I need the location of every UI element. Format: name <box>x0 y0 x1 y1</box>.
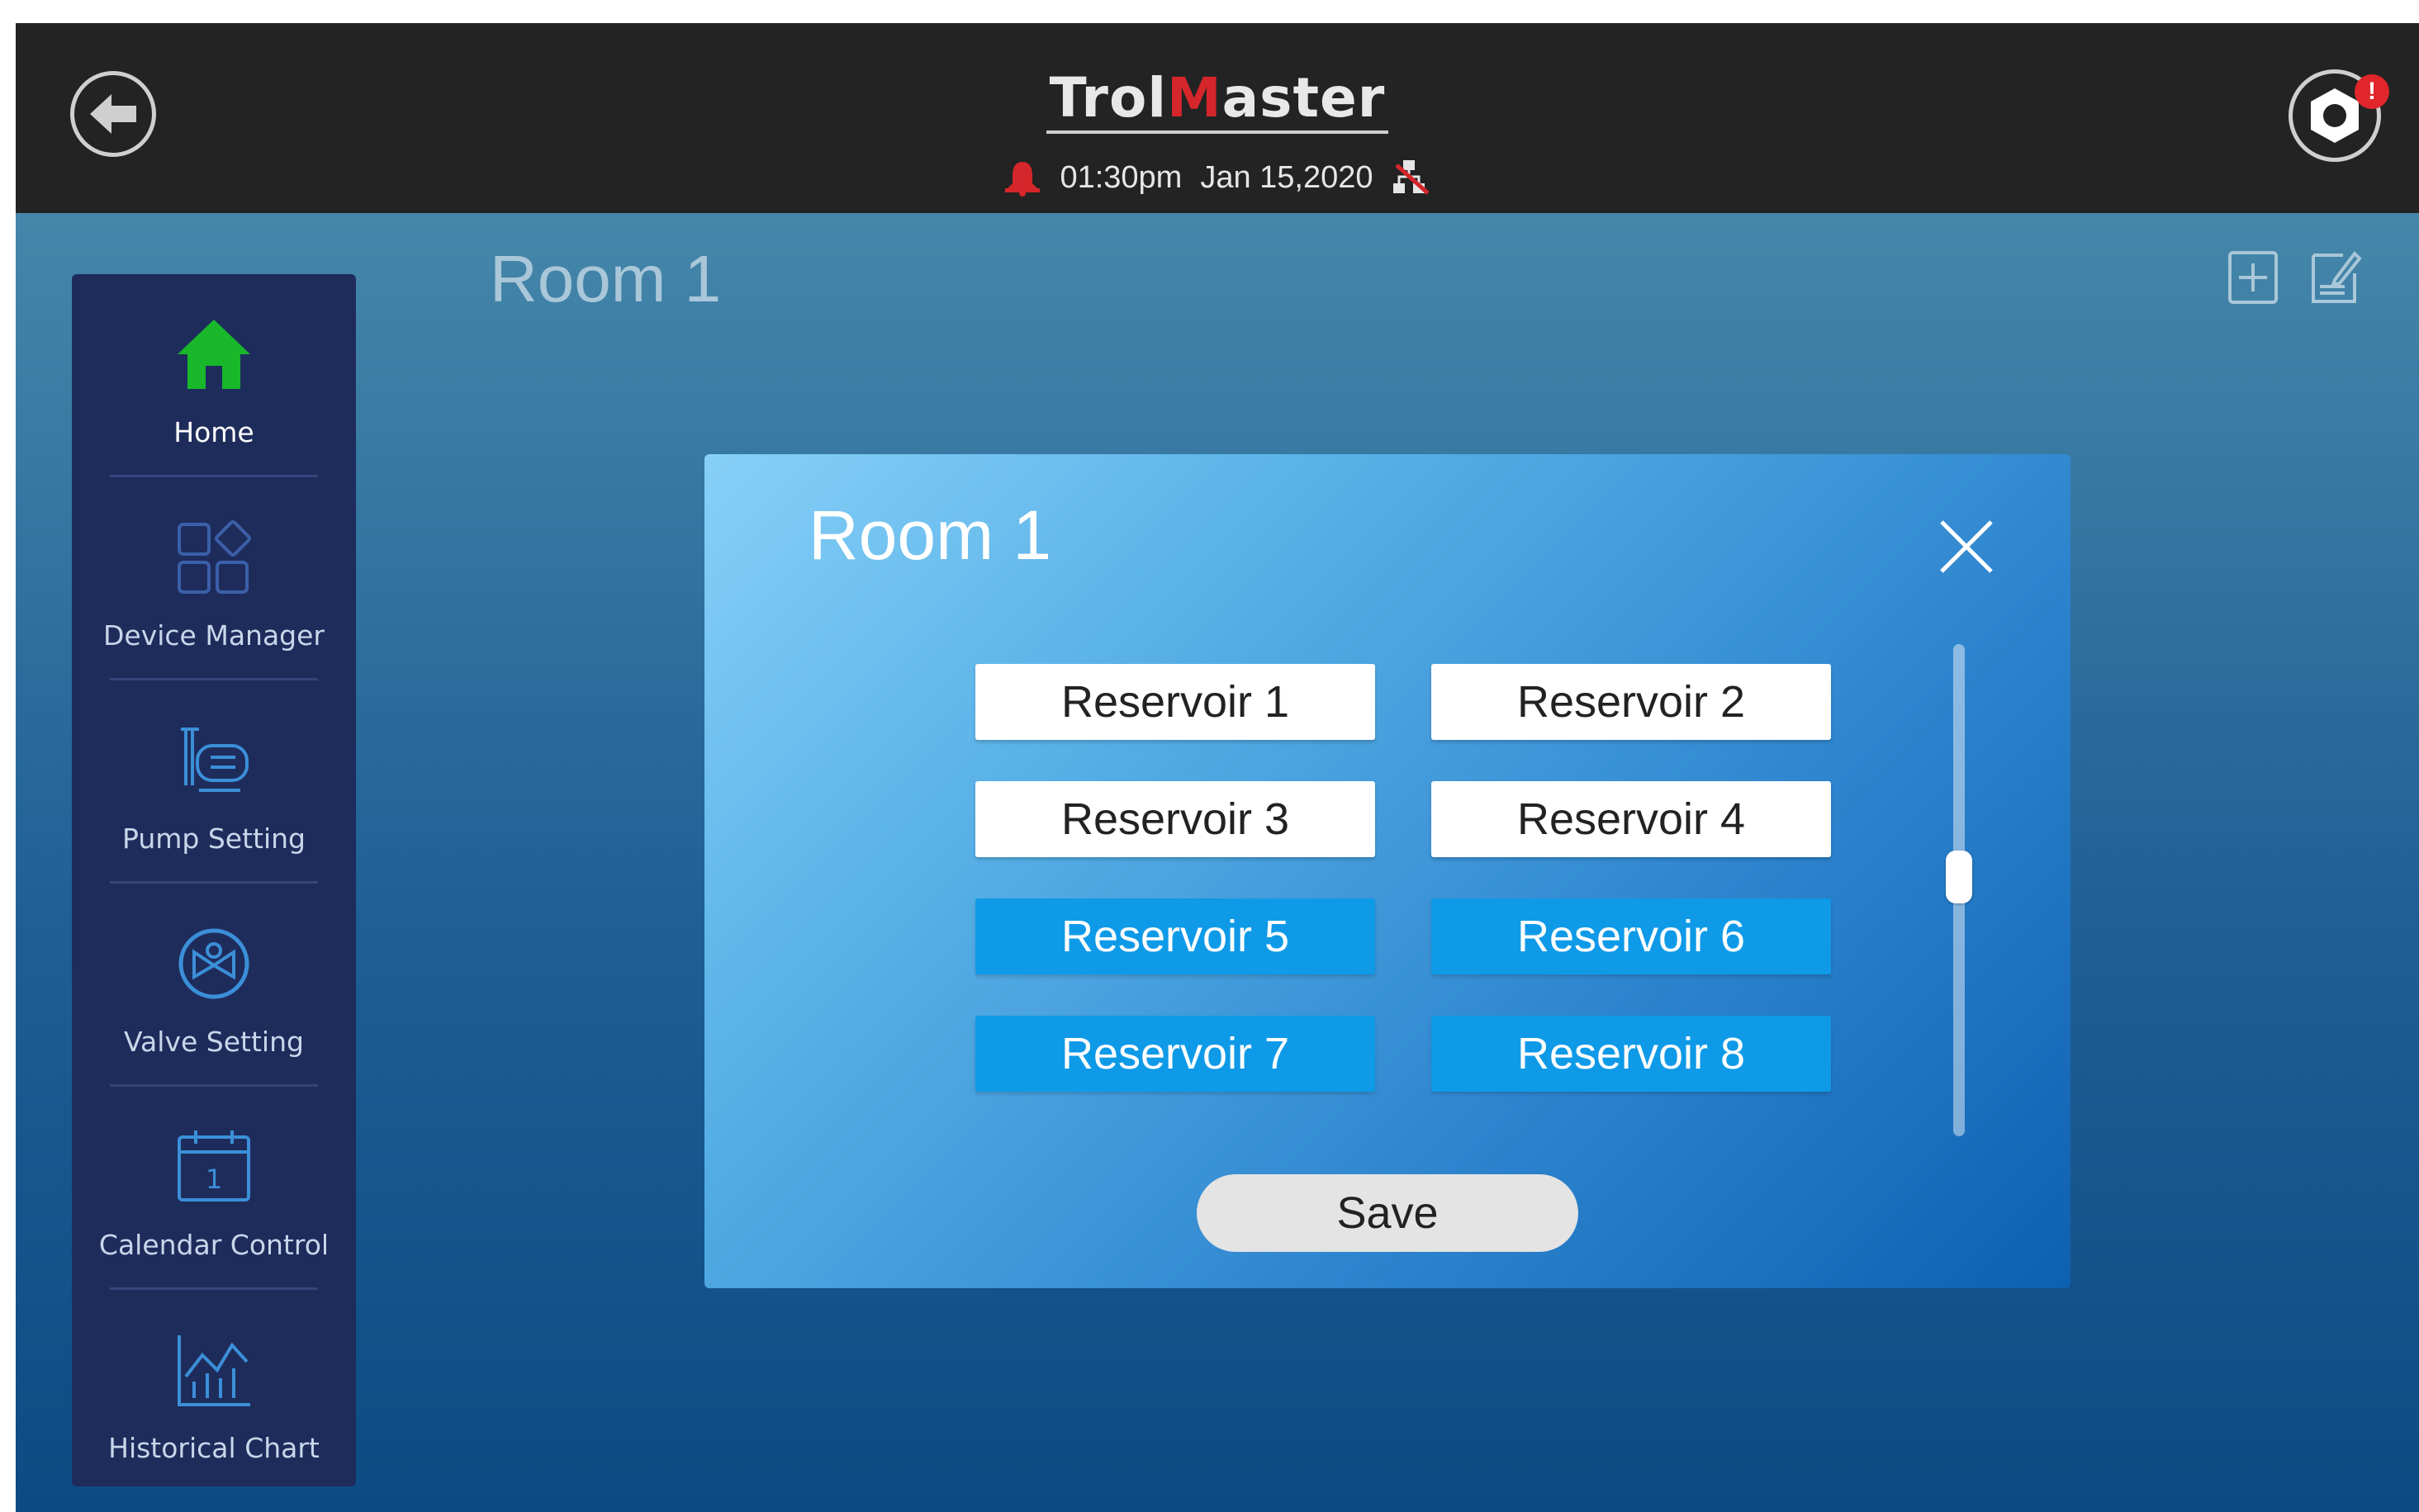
reservoir-1-button[interactable]: Reservoir 1 <box>975 664 1375 740</box>
save-button[interactable]: Save <box>1197 1174 1578 1252</box>
network-disconnected-icon[interactable] <box>1392 159 1431 197</box>
brand-logo: TrolMaster <box>16 66 2419 134</box>
scrollbar-thumb[interactable] <box>1946 851 1972 903</box>
reservoir-3-button[interactable]: Reservoir 3 <box>975 781 1375 857</box>
sidebar-item-home[interactable]: Home <box>72 274 356 475</box>
close-icon[interactable] <box>1937 517 1996 576</box>
alarm-bell-icon[interactable] <box>1003 159 1041 197</box>
room-dialog: Room 1 Reservoir 1 Reservoir 2 Reservoir… <box>704 454 2070 1288</box>
edit-icon[interactable] <box>2307 249 2361 306</box>
top-bar: TrolMaster 01:30pm Jan 15,2020 ! <box>16 23 2419 213</box>
dialog-title: Room 1 <box>809 496 1052 574</box>
pump-icon <box>173 715 255 806</box>
reservoir-5-button[interactable]: Reservoir 5 <box>975 898 1375 974</box>
sidebar-item-device-manager[interactable]: Device Manager <box>72 477 356 678</box>
sidebar: Home Device Manager Pump Setting Valve S… <box>72 274 356 1486</box>
sidebar-item-valve-setting[interactable]: Valve Setting <box>72 884 356 1084</box>
reservoir-4-button[interactable]: Reservoir 4 <box>1431 781 1831 857</box>
reservoir-8-button[interactable]: Reservoir 8 <box>1431 1016 1831 1092</box>
sidebar-item-pump-setting[interactable]: Pump Setting <box>72 680 356 881</box>
page-title: Room 1 <box>490 242 722 315</box>
reservoir-7-button[interactable]: Reservoir 7 <box>975 1016 1375 1092</box>
chart-icon <box>173 1325 255 1415</box>
valve-icon <box>173 918 255 1009</box>
notification-badge[interactable]: ! <box>2355 74 2389 109</box>
sidebar-item-calendar-control[interactable]: 1 Calendar Control <box>72 1087 356 1287</box>
device-manager-icon <box>173 512 255 603</box>
reservoir-6-button[interactable]: Reservoir 6 <box>1431 898 1831 974</box>
clock-time: 01:30pm <box>1060 159 1183 195</box>
status-line: 01:30pm Jan 15,2020 <box>16 159 2419 197</box>
clock-date: Jan 15,2020 <box>1200 159 1373 195</box>
reservoir-2-button[interactable]: Reservoir 2 <box>1431 664 1831 740</box>
svg-text:1: 1 <box>206 1164 222 1195</box>
add-icon[interactable] <box>2226 249 2280 306</box>
home-icon <box>173 309 255 400</box>
sidebar-item-historical-chart[interactable]: Historical Chart <box>72 1290 356 1491</box>
page-actions <box>2226 249 2361 306</box>
calendar-icon: 1 <box>173 1121 255 1212</box>
app-window: TrolMaster 01:30pm Jan 15,2020 ! Room 1 … <box>16 23 2419 1512</box>
